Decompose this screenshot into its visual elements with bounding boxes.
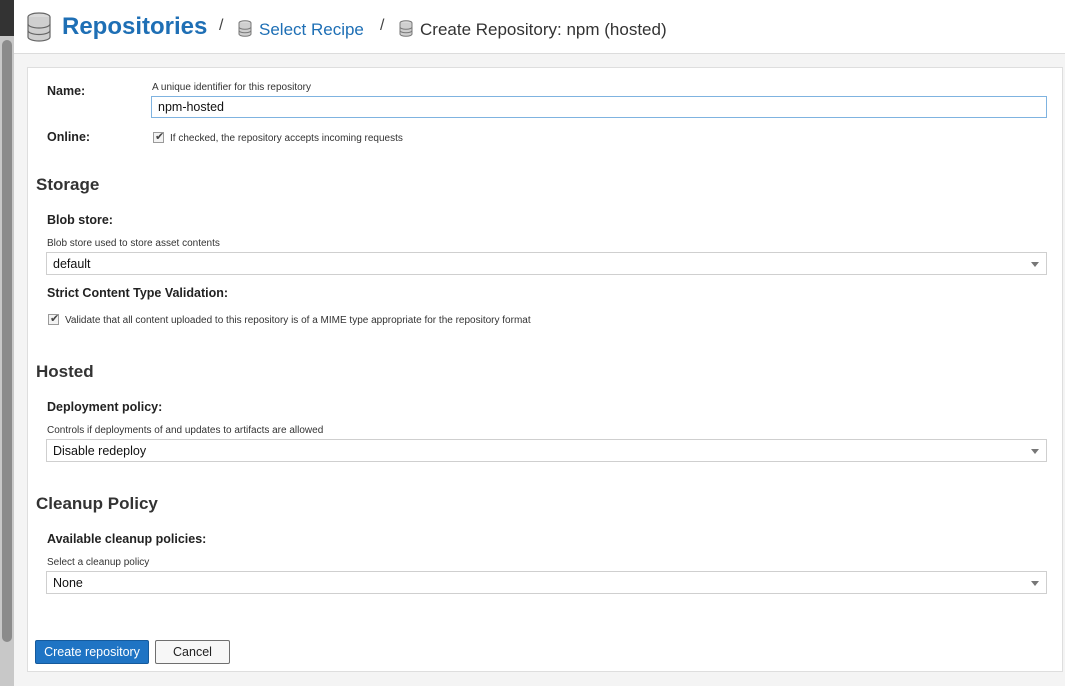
online-checkbox[interactable]: ✔ bbox=[153, 131, 165, 143]
database-icon bbox=[399, 20, 413, 37]
online-help: If checked, the repository accepts incom… bbox=[170, 133, 403, 144]
page-title: Create Repository: npm (hosted) bbox=[420, 20, 667, 39]
strict-validation-help: Validate that all content uploaded to th… bbox=[65, 315, 531, 326]
breadcrumb-separator: / bbox=[380, 17, 385, 34]
strict-validation-checkbox[interactable]: ✔ bbox=[48, 313, 60, 325]
cleanup-heading: Cleanup Policy bbox=[36, 494, 158, 513]
breadcrumb-separator: / bbox=[219, 17, 224, 34]
name-input[interactable] bbox=[151, 96, 1047, 118]
left-gutter bbox=[0, 0, 14, 686]
blob-store-label: Blob store: bbox=[47, 213, 113, 227]
online-label: Online: bbox=[47, 130, 91, 144]
blob-store-help: Blob store used to store asset contents bbox=[47, 238, 220, 249]
chevron-down-icon[interactable] bbox=[1031, 449, 1039, 454]
cleanup-policies-label: Available cleanup policies: bbox=[47, 532, 207, 546]
database-icon bbox=[238, 20, 252, 37]
checkmark-icon: ✔ bbox=[50, 313, 60, 325]
checkmark-icon: ✔ bbox=[155, 131, 165, 143]
storage-heading: Storage bbox=[36, 175, 100, 194]
blob-store-select[interactable]: default bbox=[46, 252, 1047, 275]
name-help: A unique identifier for this repository bbox=[152, 82, 311, 93]
create-repository-form: Name: A unique identifier for this repos… bbox=[27, 67, 1063, 672]
strict-validation-label: Strict Content Type Validation: bbox=[47, 286, 229, 300]
breadcrumb-select-recipe[interactable]: Select Recipe bbox=[259, 20, 364, 40]
deployment-policy-help: Controls if deployments of and updates t… bbox=[47, 425, 324, 436]
cancel-button[interactable]: Cancel bbox=[155, 640, 230, 664]
blob-store-value: default bbox=[53, 257, 91, 271]
nav-strip bbox=[0, 0, 14, 36]
chevron-down-icon[interactable] bbox=[1031, 581, 1039, 586]
cleanup-policies-help: Select a cleanup policy bbox=[47, 557, 150, 568]
cleanup-policy-value: None bbox=[53, 576, 83, 590]
deployment-policy-value: Disable redeploy bbox=[53, 444, 147, 458]
deployment-policy-select[interactable]: Disable redeploy bbox=[46, 439, 1047, 462]
scrollbar[interactable] bbox=[2, 40, 12, 642]
create-repository-button[interactable]: Create repository bbox=[35, 640, 149, 664]
chevron-down-icon[interactable] bbox=[1031, 262, 1039, 267]
breadcrumb-repositories[interactable]: Repositories bbox=[62, 13, 207, 41]
database-icon bbox=[27, 12, 51, 42]
cleanup-policy-select[interactable]: None bbox=[46, 571, 1047, 594]
hosted-heading: Hosted bbox=[36, 362, 94, 381]
deployment-policy-label: Deployment policy: bbox=[47, 400, 163, 414]
name-label: Name: bbox=[47, 84, 86, 98]
breadcrumb: Repositories / Select Recipe / Create Re… bbox=[14, 0, 1065, 54]
